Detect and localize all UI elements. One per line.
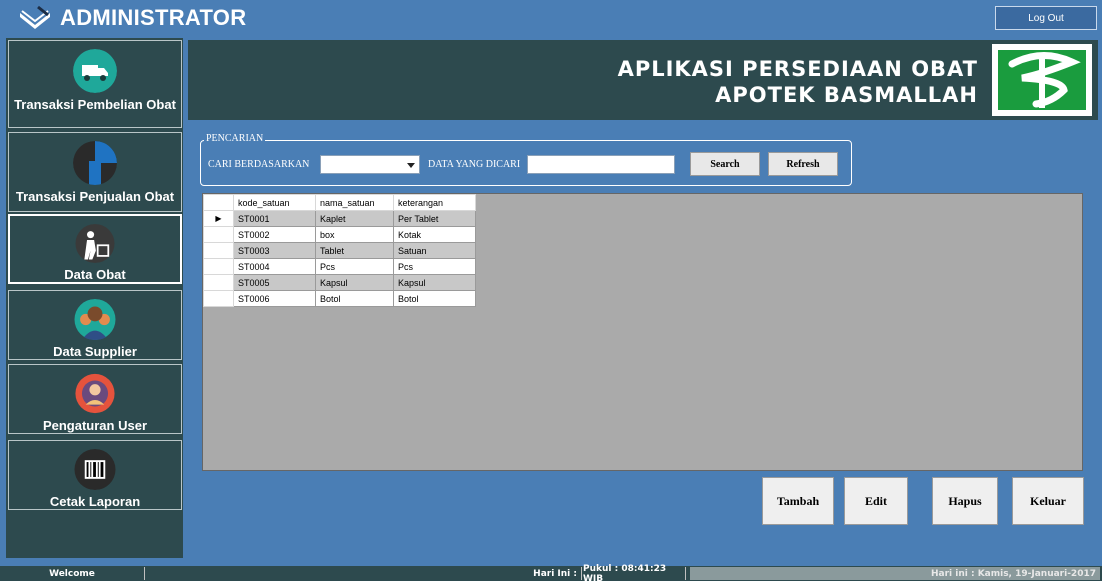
table-cell[interactable]: ST0006 (233, 290, 316, 307)
table-row[interactable]: ST0004 Pcs Pcs (203, 258, 476, 275)
table-cell[interactable]: Satuan (393, 242, 476, 259)
row-header[interactable] (203, 242, 234, 259)
row-header[interactable] (203, 226, 234, 243)
table-cell[interactable]: Kaplet (315, 210, 394, 227)
sidebar-item-label: Transaksi Pembelian Obat (14, 97, 176, 112)
edit-button[interactable]: Edit (844, 477, 908, 525)
people-icon (74, 299, 116, 340)
keluar-button[interactable]: Keluar (1012, 477, 1084, 525)
user-settings-icon (75, 373, 115, 414)
refresh-button[interactable]: Refresh (768, 152, 838, 176)
table-cell[interactable]: Kotak (393, 226, 476, 243)
sidebar-item-pengaturan-user[interactable]: Pengaturan User (8, 364, 182, 434)
search-button[interactable]: Search (690, 152, 760, 176)
cari-berdasarkan-select[interactable] (320, 155, 420, 174)
search-legend: PENCARIAN (204, 133, 266, 144)
delivery-person-icon (75, 224, 115, 263)
table-row[interactable]: ST0006 Botol Botol (203, 290, 476, 307)
grid-corner-cell (203, 194, 234, 211)
column-header-keterangan[interactable]: keterangan (393, 194, 476, 211)
app-header: APLIKASI PERSEDIAAN OBAT APOTEK BASMALLA… (188, 40, 1098, 120)
table-cell[interactable]: Kapsul (315, 274, 394, 291)
sidebar-item-label: Data Supplier (53, 344, 137, 359)
app-title-line2: APOTEK BASMALLAH (715, 83, 978, 107)
grid-table: kode_satuan nama_satuan keterangan ▶ ST0… (203, 194, 476, 307)
sidebar-item-transaksi-penjualan[interactable]: Transaksi Penjualan Obat (8, 132, 182, 212)
sidebar: Transaksi Pembelian Obat Transaksi Penju… (6, 38, 183, 558)
sidebar-item-label: Data Obat (64, 267, 126, 282)
book-pen-icon (20, 5, 50, 29)
app-title-line1: APLIKASI PERSEDIAAN OBAT (617, 57, 978, 81)
sidebar-item-label: Cetak Laporan (49, 494, 141, 509)
app-window: ADMINISTRATOR Log Out Transaksi Pembelia… (0, 0, 1102, 581)
data-yang-dicari-label: DATA YANG DICARI (428, 159, 521, 170)
sidebar-item-cetak-laporan[interactable]: Cetak Laporan (8, 440, 182, 510)
truck-icon (73, 49, 117, 93)
chart-icon (73, 141, 117, 185)
table-row[interactable]: ST0003 Tablet Satuan (203, 242, 476, 259)
sidebar-item-data-supplier[interactable]: Data Supplier (8, 290, 182, 360)
data-yang-dicari-input[interactable] (527, 155, 675, 174)
status-hari-ini: Hari Ini : (516, 567, 582, 580)
sidebar-item-label: Transaksi Penjualan Obat (15, 189, 175, 204)
table-row[interactable]: ST0005 Kapsul Kapsul (203, 274, 476, 291)
grid-header-row: kode_satuan nama_satuan keterangan (203, 194, 476, 211)
status-welcome: Welcome (0, 567, 145, 580)
column-header-nama-satuan[interactable]: nama_satuan (315, 194, 394, 211)
table-cell[interactable]: Pcs (315, 258, 394, 275)
table-cell[interactable]: box (315, 226, 394, 243)
table-cell[interactable]: ST0002 (233, 226, 316, 243)
sidebar-item-data-obat[interactable]: Data Obat (8, 214, 182, 284)
row-header[interactable] (203, 290, 234, 307)
table-cell[interactable]: ST0003 (233, 242, 316, 259)
dropdown-arrow-icon[interactable] (407, 163, 415, 168)
table-row[interactable]: ST0002 box Kotak (203, 226, 476, 243)
table-cell[interactable]: Per Tablet (393, 210, 476, 227)
tambah-button[interactable]: Tambah (762, 477, 834, 525)
app-title: APLIKASI PERSEDIAAN OBAT APOTEK BASMALLA… (618, 56, 978, 108)
title-bar: ADMINISTRATOR Log Out (0, 0, 1102, 36)
table-cell[interactable]: Pcs (393, 258, 476, 275)
logout-button[interactable]: Log Out (995, 6, 1097, 30)
table-cell[interactable]: Botol (315, 290, 394, 307)
table-cell[interactable]: Botol (393, 290, 476, 307)
table-cell[interactable]: Tablet (315, 242, 394, 259)
row-header[interactable] (203, 258, 234, 275)
data-grid[interactable]: kode_satuan nama_satuan keterangan ▶ ST0… (202, 193, 1083, 471)
table-cell[interactable]: ST0001 (233, 210, 316, 227)
sidebar-item-label: Pengaturan User (42, 418, 148, 433)
current-row-indicator-icon: ▶ (203, 210, 234, 227)
caduceus-snake-icon (992, 44, 1092, 116)
table-cell[interactable]: Kapsul (393, 274, 476, 291)
status-date: Hari ini : Kamis, 19-Januari-2017 (690, 567, 1100, 580)
table-cell[interactable]: ST0004 (233, 258, 316, 275)
row-header[interactable] (203, 274, 234, 291)
window-title: ADMINISTRATOR (60, 5, 247, 30)
status-spacer (146, 567, 516, 580)
barcode-icon (74, 449, 116, 490)
hapus-button[interactable]: Hapus (932, 477, 998, 525)
table-row[interactable]: ▶ ST0001 Kaplet Per Tablet (203, 210, 476, 227)
column-header-kode-satuan[interactable]: kode_satuan (233, 194, 316, 211)
sidebar-item-transaksi-pembelian[interactable]: Transaksi Pembelian Obat (8, 40, 182, 128)
table-cell[interactable]: ST0005 (233, 274, 316, 291)
status-clock: Pukul : 08:41:23 WIB (583, 564, 686, 581)
cari-berdasarkan-label: CARI BERDASARKAN (208, 159, 310, 170)
